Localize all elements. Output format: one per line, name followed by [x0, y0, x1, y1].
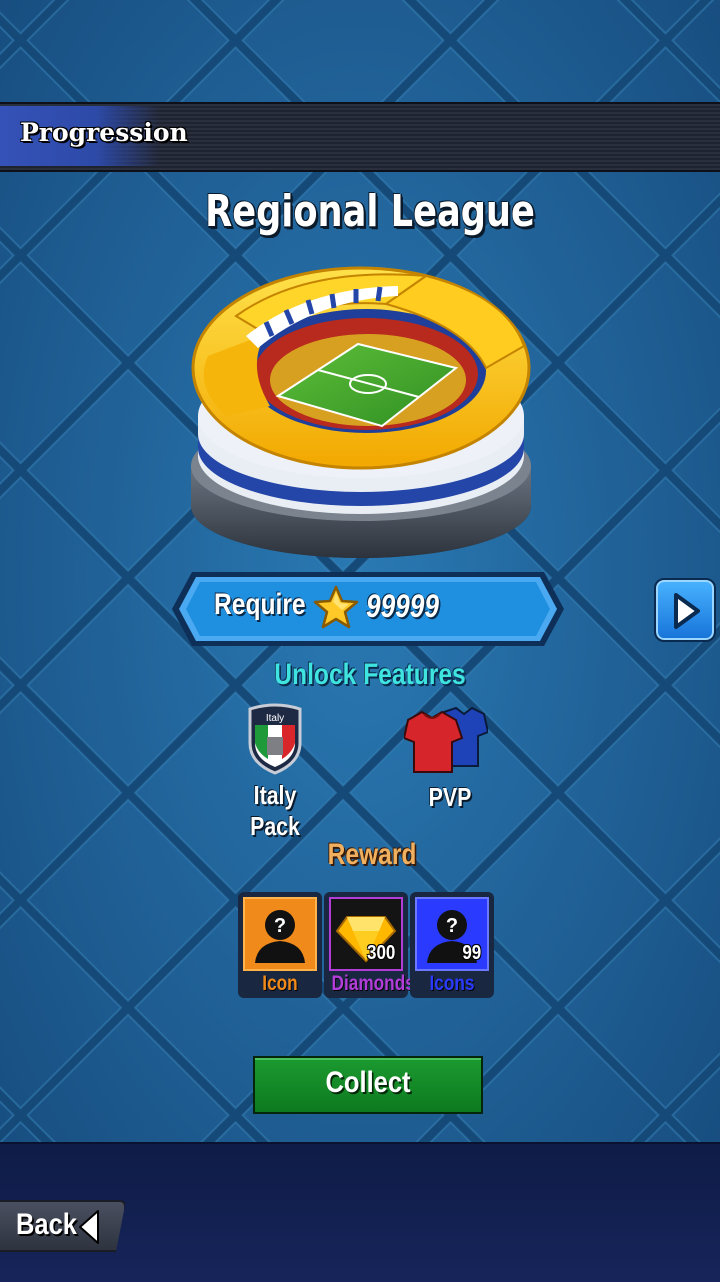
reward-tile: ? 99	[415, 897, 489, 971]
page-title: Progression	[20, 118, 188, 147]
reward-count: 99	[462, 942, 481, 964]
back-label: Back	[16, 1208, 77, 1241]
reward-count: 300	[366, 942, 395, 964]
reward-tile: ?	[243, 897, 317, 971]
italy-shield-icon: Italy	[248, 703, 302, 775]
require-value: 99999	[366, 588, 439, 624]
reward-tile: 300	[329, 897, 403, 971]
reward-card-icons[interactable]: ? 99 Icons	[410, 892, 494, 998]
reward-label: Diamonds	[331, 972, 415, 995]
header-bar: Progression	[0, 102, 720, 172]
chevron-right-icon	[674, 593, 700, 629]
back-button[interactable]: Back	[0, 1200, 126, 1252]
require-label: Require	[214, 588, 306, 621]
reward-label: Icons	[429, 972, 475, 995]
mystery-player-icon: ?	[255, 910, 305, 963]
reward-card-icon[interactable]: ? Icon	[238, 892, 322, 998]
reward-title: Reward	[327, 838, 417, 871]
jersey-icon	[404, 706, 488, 773]
league-title: Regional League	[205, 186, 535, 237]
unlock-features-title: Unlock Features	[274, 658, 466, 691]
reward-label: Icon	[262, 972, 298, 995]
stadium-illustration	[191, 266, 531, 558]
collect-button[interactable]: Collect	[253, 1056, 483, 1114]
reward-card-diamonds[interactable]: 300 Diamonds	[324, 892, 415, 998]
feature-label-italy-pack: Italy Pack	[250, 780, 300, 841]
collect-label: Collect	[325, 1066, 411, 1099]
italy-badge-text: Italy	[266, 713, 284, 724]
next-league-button[interactable]	[654, 578, 716, 642]
star-icon	[313, 585, 359, 629]
chevron-left-icon	[79, 1210, 99, 1244]
feature-label-pvp: PVP	[428, 782, 472, 812]
svg-text:?: ?	[446, 915, 458, 937]
svg-text:?: ?	[274, 915, 286, 937]
